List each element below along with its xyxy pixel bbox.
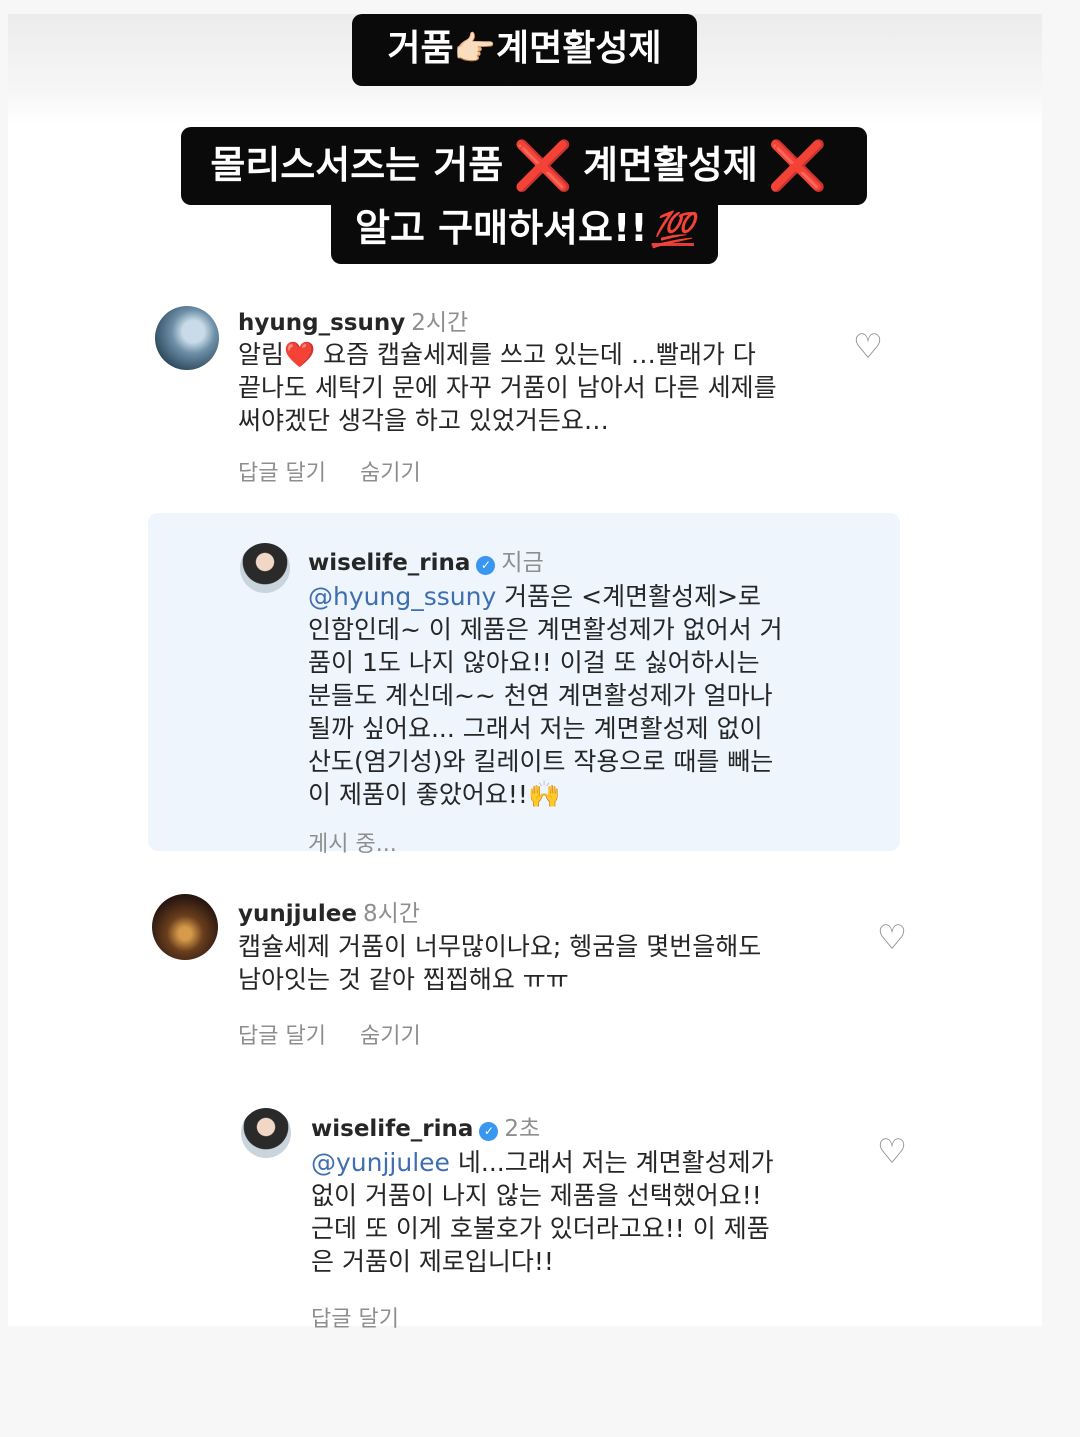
avatar[interactable] bbox=[152, 894, 218, 960]
comment-actions: 답글 달기 bbox=[311, 1301, 433, 1333]
comment-body: @yunjjulee 네...그래서 저는 계면활성제가 없이 거품이 나지 않… bbox=[311, 1146, 774, 1278]
comment-line: 남아잇는 것 같아 찝찝해요 ㅠㅠ bbox=[238, 965, 569, 994]
caption-word-foam: 거품 bbox=[387, 28, 454, 69]
caption-line-1: 거품👉🏻계면활성제 bbox=[352, 14, 697, 86]
reply-button[interactable]: 답글 달기 bbox=[311, 1307, 399, 1332]
caption-text-a: 몰리스서즈는 거품 bbox=[210, 143, 504, 187]
comment-text: 네...그래서 저는 계면활성제가 bbox=[449, 1148, 774, 1177]
caption-line-2: 몰리스서즈는 거품 ❌ 계면활성제 ❌ bbox=[181, 127, 867, 205]
comment-text: 이 제품이 좋았어요!! bbox=[308, 780, 528, 809]
comment-line: 산도(염기성)와 킬레이트 작용으로 때를 빼는 bbox=[308, 747, 774, 776]
comment-line: 품이 1도 나지 않아요!! 이걸 또 싫어하시는 bbox=[308, 648, 760, 677]
verified-badge-icon: ✓ bbox=[479, 1122, 499, 1141]
comment-line: 될까 싶어요... 그래서 저는 계면활성제 없이 bbox=[308, 714, 763, 743]
posting-status: 게시 중... bbox=[308, 832, 397, 857]
caption-text-c: 알고 구매하셔요!! bbox=[355, 206, 648, 250]
username[interactable]: wiselife_rina bbox=[308, 550, 470, 576]
reply-button[interactable]: 답글 달기 bbox=[238, 1024, 326, 1049]
timestamp: 8시간 bbox=[362, 901, 420, 927]
comment-line: 은 거품이 제로입니다!! bbox=[311, 1247, 554, 1276]
comment-line: 알림❤️ 요즘 캡슐세제를 쓰고 있는데 …빨래가 다 bbox=[238, 340, 756, 369]
x-mark-icon: ❌ bbox=[767, 138, 828, 194]
mention-link[interactable]: @yunjjulee bbox=[311, 1148, 450, 1177]
heart-outline-icon[interactable]: ♡ bbox=[851, 330, 885, 364]
avatar[interactable] bbox=[241, 1108, 291, 1158]
comment-header: wiselife_rina ✓ 2초 bbox=[311, 1109, 540, 1143]
comment-line: @yunjjulee 네...그래서 저는 계면활성제가 bbox=[311, 1146, 774, 1179]
comment-line: 없이 거품이 나지 않는 제품을 선택했어요!! bbox=[311, 1181, 762, 1210]
comment-line: 끝나도 세탁기 문에 자꾸 거품이 남아서 다른 세제를 bbox=[238, 373, 777, 402]
comment-header: hyung_ssuny 2시간 bbox=[238, 303, 468, 337]
caption-word-surfactant: 계면활성제 bbox=[495, 28, 662, 69]
comment-actions: 답글 달기 숨기기 bbox=[238, 1018, 455, 1050]
timestamp: 지금 bbox=[501, 550, 544, 576]
caption-line-3: 알고 구매하셔요!! 💯 bbox=[331, 200, 718, 264]
comment-text: 거품은 <계면활성제>로 bbox=[496, 582, 762, 611]
verified-badge-icon: ✓ bbox=[476, 556, 496, 575]
hide-button[interactable]: 숨기기 bbox=[360, 1024, 421, 1049]
comment-line: 캡슐세제 거품이 너무많이나요; 헹굼을 몇번을해도 bbox=[238, 932, 762, 961]
avatar[interactable] bbox=[240, 543, 290, 593]
comment-header: yunjjulee 8시간 bbox=[238, 894, 420, 928]
mention-link[interactable]: @hyung_ssuny bbox=[308, 582, 496, 611]
comment-actions: 답글 달기 숨기기 bbox=[238, 455, 455, 487]
username[interactable]: wiselife_rina bbox=[311, 1116, 473, 1142]
heart-outline-icon[interactable]: ♡ bbox=[875, 921, 909, 955]
timestamp: 2시간 bbox=[411, 310, 469, 336]
timestamp: 2초 bbox=[504, 1116, 541, 1142]
pointing-hand-icon: 👉🏻 bbox=[453, 29, 496, 69]
username[interactable]: yunjjulee bbox=[238, 901, 357, 927]
hide-button[interactable]: 숨기기 bbox=[360, 461, 421, 486]
comment-line: @hyung_ssuny 거품은 <계면활성제>로 bbox=[308, 580, 783, 613]
x-mark-icon: ❌ bbox=[513, 138, 574, 194]
comment-body: @hyung_ssuny 거품은 <계면활성제>로 인함인데~ 이 제품은 계면… bbox=[308, 580, 783, 812]
username[interactable]: hyung_ssuny bbox=[238, 310, 405, 336]
comment-header: wiselife_rina ✓ 지금 bbox=[308, 543, 544, 577]
avatar[interactable] bbox=[155, 306, 219, 370]
comment-body: 알림❤️ 요즘 캡슐세제를 쓰고 있는데 …빨래가 다 끝나도 세탁기 문에 자… bbox=[238, 338, 777, 437]
comment-line: 이 제품이 좋았어요!!🙌 bbox=[308, 778, 783, 812]
hundred-points-icon: 💯 bbox=[651, 210, 694, 250]
raised-hands-icon: 🙌 bbox=[527, 780, 561, 810]
comment-body: 캡슐세제 거품이 너무많이나요; 헹굼을 몇번을해도 남아잇는 것 같아 찝찝해… bbox=[238, 930, 761, 996]
comment-line: 분들도 계신데~~ 천연 계면활성제가 얼마나 bbox=[308, 681, 773, 710]
comment-line: 근데 또 이게 호불호가 있더라고요!! 이 제품 bbox=[311, 1214, 770, 1243]
heart-outline-icon[interactable]: ♡ bbox=[875, 1135, 909, 1169]
reply-button[interactable]: 답글 달기 bbox=[238, 461, 326, 486]
comment-line: 인함인데~ 이 제품은 계면활성제가 없어서 거 bbox=[308, 615, 783, 644]
caption-text-b: 계면활성제 bbox=[583, 143, 758, 187]
comment-line: 써야겠단 생각을 하고 있었거든요… bbox=[238, 406, 609, 435]
